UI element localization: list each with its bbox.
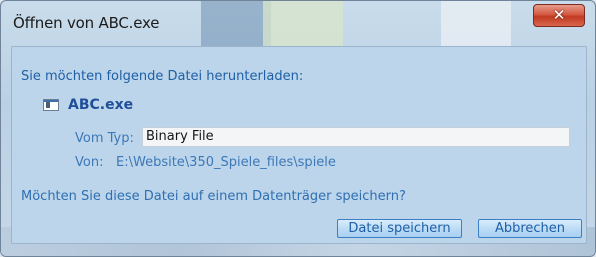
cancel-button[interactable]: Abbrechen — [478, 219, 582, 238]
download-dialog-window: Öffnen von ABC.exe ✕ Sie möchten folgend… — [0, 0, 596, 257]
source-label: Von: — [75, 155, 104, 170]
exe-file-icon — [43, 99, 59, 111]
dialog-content: Sie möchten folgende Datei herunterladen… — [11, 46, 587, 244]
close-icon: ✕ — [552, 6, 566, 24]
file-type-field: Binary File — [142, 127, 570, 147]
source-path: E:\Website\350_Spiele_files\spiele — [116, 155, 336, 170]
download-prompt: Sie möchten folgende Datei herunterladen… — [21, 69, 304, 84]
save-question: Möchten Sie diese Datei auf einem Datent… — [21, 189, 406, 204]
file-type-label: Vom Typ: — [75, 131, 134, 146]
save-file-button[interactable]: Datei speichern — [337, 219, 462, 238]
window-title: Öffnen von ABC.exe — [13, 14, 160, 32]
file-name: ABC.exe — [68, 97, 134, 113]
close-button[interactable]: ✕ — [533, 4, 585, 27]
title-bar[interactable]: Öffnen von ABC.exe ✕ — [1, 1, 595, 43]
